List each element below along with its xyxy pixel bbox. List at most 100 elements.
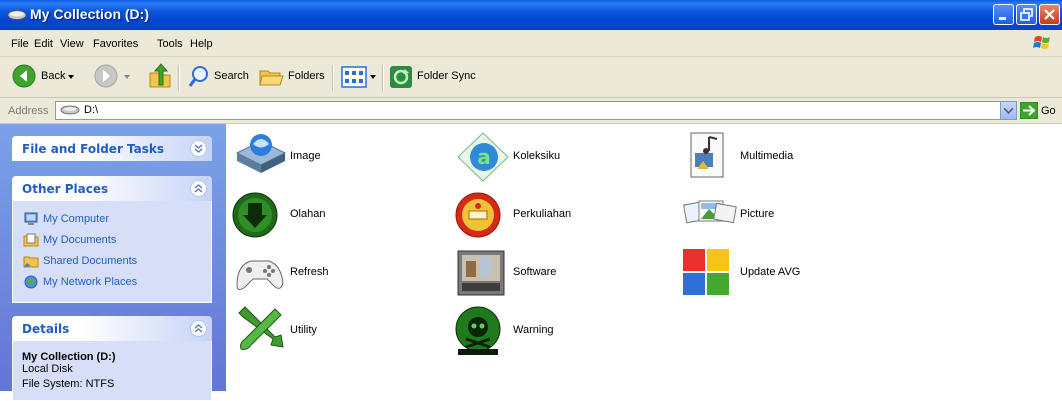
folders-label: Folders [288, 70, 325, 82]
chevron-down-icon [124, 75, 130, 79]
svg-text:a: a [477, 145, 491, 169]
panel-title: Details [22, 322, 70, 336]
network-globe-icon [24, 275, 38, 289]
panel-header[interactable]: Other Places [12, 176, 212, 201]
file-folder-tasks-panel: File and Folder Tasks [12, 136, 212, 161]
stmik-seal-icon [455, 192, 501, 238]
folders-icon [259, 70, 284, 86]
folder-item-multimedia[interactable]: Multimedia [681, 129, 901, 179]
panel-header[interactable]: Details [12, 316, 212, 341]
minimize-button[interactable] [993, 4, 1014, 25]
window-title: My Collection (D:) [30, 6, 149, 22]
pictures-icon [683, 200, 737, 224]
tools-icon [238, 306, 284, 350]
address-dropdown-button[interactable] [1000, 102, 1016, 119]
chevron-down-icon [370, 75, 376, 79]
item-label: Multimedia [740, 150, 794, 162]
item-label: Koleksiku [513, 150, 561, 162]
back-button[interactable]: Back [8, 57, 75, 97]
expand-chevron-icon[interactable] [190, 140, 207, 157]
restore-button[interactable] [1016, 4, 1037, 25]
avg-icon [683, 249, 729, 295]
forward-button[interactable] [94, 57, 134, 97]
multimedia-icon [690, 132, 724, 178]
title-bar[interactable]: My Collection (D:) [0, 0, 1062, 30]
details-panel: Details My Collection (D:) Local Disk Fi… [12, 316, 212, 401]
toolbar: Back Search Folders Folder Sync [0, 57, 1062, 98]
my-documents-icon [23, 233, 39, 247]
forward-arrow-icon [94, 64, 118, 88]
other-places-panel: Other Places My Computer My Documents Sh… [12, 176, 212, 303]
file-view: Image a Koleksiku Multimedia Olahan Perk… [226, 124, 1062, 391]
menu-view[interactable]: View [60, 38, 84, 50]
details-filesystem: File System: NTFS [22, 378, 115, 390]
chevron-down-icon [68, 75, 74, 79]
computer-icon [24, 212, 38, 225]
go-arrow-icon[interactable] [1020, 102, 1038, 119]
collapse-chevron-icon[interactable] [190, 320, 207, 337]
menu-favorites[interactable]: Favorites [93, 38, 138, 50]
download-arrow-icon [232, 192, 278, 238]
item-label: Olahan [290, 208, 326, 220]
go-label[interactable]: Go [1041, 105, 1056, 117]
folder-sync-label: Folder Sync [417, 70, 476, 82]
back-arrow-icon [12, 64, 36, 88]
search-icon [188, 66, 208, 87]
collapse-chevron-icon[interactable] [190, 180, 207, 197]
address-value: D:\ [84, 104, 99, 116]
item-label: Image [290, 150, 321, 162]
details-name: My Collection (D:) [22, 351, 116, 363]
windows-logo-icon [1033, 36, 1050, 49]
koleksiku-icon: a [457, 132, 509, 182]
folder-item-koleksiku[interactable]: a Koleksiku [454, 129, 674, 182]
image-folder-icon [235, 134, 287, 173]
views-button[interactable] [341, 57, 379, 97]
address-input[interactable]: D:\ [55, 101, 1017, 120]
gamepad-icon [236, 260, 284, 291]
search-label: Search [214, 70, 249, 82]
item-label: Warning [513, 324, 554, 336]
folder-item-image[interactable]: Image [231, 129, 451, 179]
menu-file[interactable]: File [11, 38, 29, 50]
folder-item-update-avg[interactable]: Update AVG [681, 245, 901, 295]
item-label: Update AVG [740, 266, 801, 278]
folder-item-perkuliahan[interactable]: Perkuliahan [454, 187, 674, 238]
other-places-list: My Computer My Documents Shared Document… [12, 201, 212, 303]
details-body: My Collection (D:) Local Disk File Syste… [12, 341, 212, 401]
item-label: Utility [290, 324, 317, 336]
drive-icon [60, 105, 80, 115]
details-type: Local Disk [22, 363, 73, 375]
folder-item-warning[interactable]: Warning [454, 303, 674, 355]
shared-folder-icon [23, 256, 39, 268]
folder-item-software[interactable]: Software [454, 245, 674, 296]
software-box-icon [457, 250, 505, 296]
menu-edit[interactable]: Edit [34, 38, 53, 50]
drive-icon [7, 10, 27, 20]
menu-help[interactable]: Help [190, 38, 213, 50]
up-folder-button[interactable] [146, 57, 172, 97]
folders-button[interactable]: Folders [259, 57, 325, 97]
item-label: Software [513, 266, 557, 278]
panel-title: File and Folder Tasks [22, 142, 165, 156]
sync-icon [390, 66, 412, 88]
close-button[interactable] [1039, 4, 1060, 25]
menu-bar: File Edit View Favorites Tools Help [0, 30, 1062, 57]
folder-sync-button[interactable]: Folder Sync [389, 57, 481, 97]
task-pane: File and Folder Tasks Other Places My Co… [0, 124, 226, 401]
chevron-down-icon [1004, 108, 1013, 114]
address-label: Address [8, 105, 49, 117]
views-icon [341, 66, 367, 88]
panel-title: Other Places [22, 182, 109, 196]
up-folder-icon [149, 63, 171, 88]
menu-tools[interactable]: Tools [157, 38, 183, 50]
skull-warning-icon [455, 306, 501, 355]
item-label: Refresh [290, 266, 329, 278]
folder-item-olahan[interactable]: Olahan [231, 187, 451, 238]
folder-item-refresh[interactable]: Refresh [231, 245, 451, 295]
search-button[interactable]: Search [186, 57, 252, 97]
folder-item-picture[interactable]: Picture [681, 187, 901, 237]
panel-header[interactable]: File and Folder Tasks [12, 136, 212, 161]
item-label: Perkuliahan [513, 208, 572, 220]
back-label: Back [41, 70, 66, 82]
folder-item-utility[interactable]: Utility [231, 303, 451, 353]
